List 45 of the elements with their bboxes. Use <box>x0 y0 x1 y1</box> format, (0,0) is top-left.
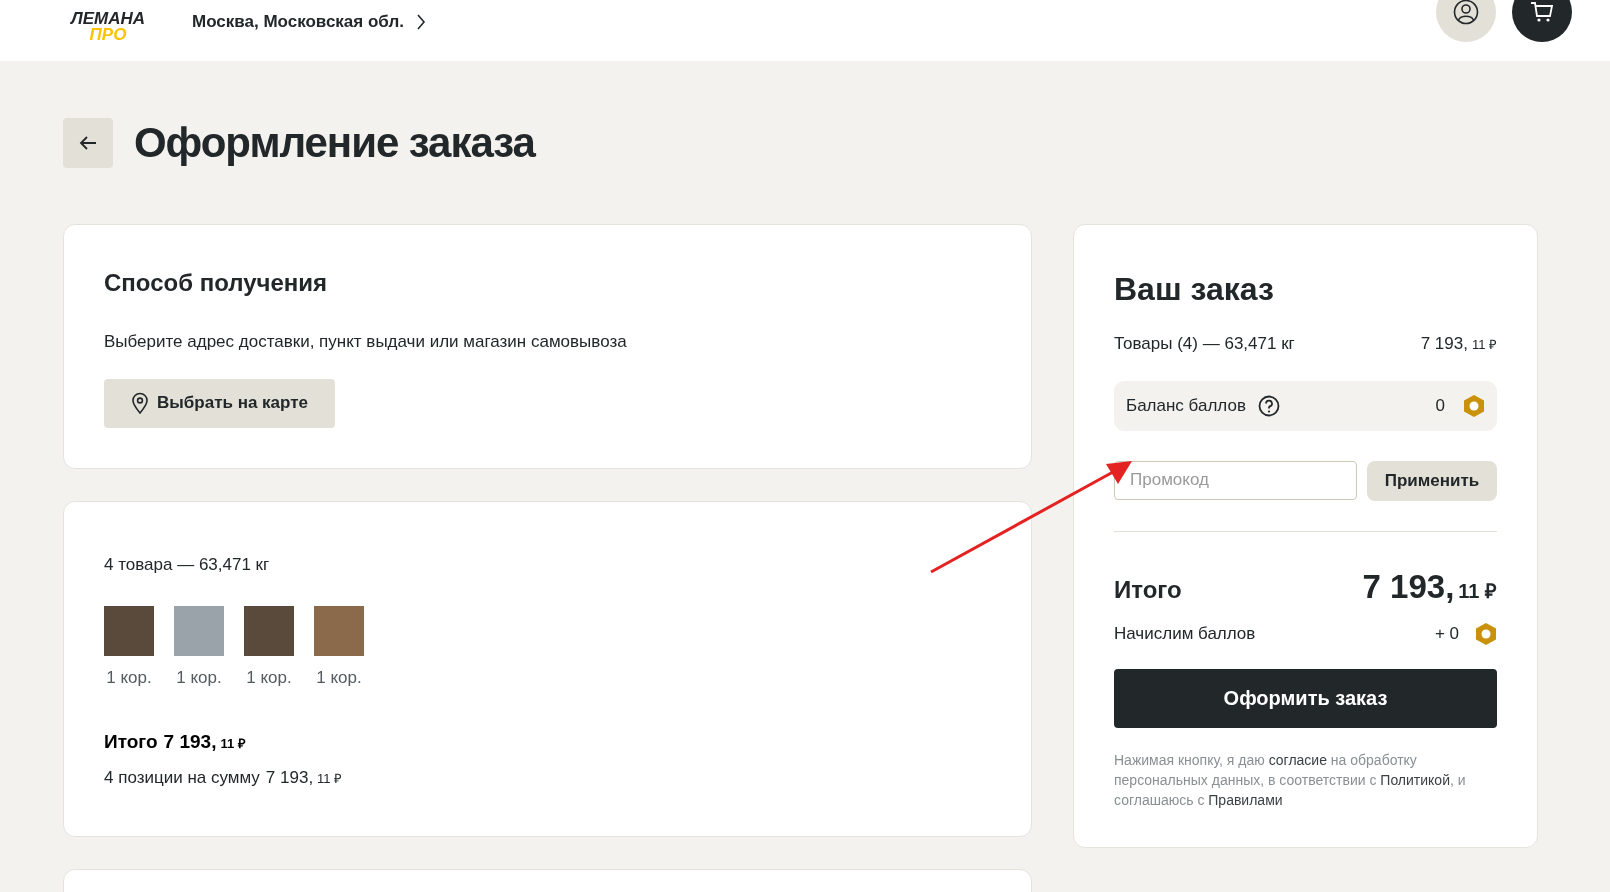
map-button[interactable]: Выбрать на карте <box>104 378 335 428</box>
back-button[interactable] <box>63 117 113 168</box>
photo-placeholder <box>244 605 294 656</box>
bonus-label: Начислим баллов <box>1114 623 1256 645</box>
photo-placeholder <box>314 605 364 656</box>
arrow-left-icon <box>79 134 97 151</box>
item-quantity: 1 кор. <box>176 666 222 689</box>
positions-price: 7 193, 11 ₽ <box>265 766 343 789</box>
cart-button[interactable] <box>1512 0 1572 42</box>
items-summary: 4 товара — 63,471 кг <box>104 554 271 576</box>
consent-link[interactable]: согласие <box>1268 751 1327 768</box>
consent-link[interactable]: Политикой <box>1380 771 1450 788</box>
page-title: Оформление заказа <box>134 118 535 168</box>
order-title: Ваш заказ <box>1114 270 1275 309</box>
bonus-value: + 0 <box>1434 623 1459 645</box>
promo-code-field[interactable]: Промокод <box>1114 460 1357 500</box>
checkout-button[interactable]: Оформить заказ <box>1114 668 1497 728</box>
photo-placeholder <box>104 605 154 656</box>
order-total-label: Итого <box>1114 574 1182 605</box>
logo[interactable]: ЛЕМАНА ПРО <box>64 10 152 43</box>
item-quantity: 1 кор. <box>106 666 152 689</box>
order-total-price: 7 193,11 ₽ <box>1362 566 1497 607</box>
consent-text: Нажимая кнопку, я даю согласие на обработку персональных данных, в соответствии с Политикой, и соглашаюсь с Правилами <box>1114 750 1467 810</box>
goods-price: 7 193, 11 ₽ <box>1420 333 1497 355</box>
points-coin-icon <box>1475 621 1497 646</box>
chevron-right-icon <box>415 13 426 30</box>
goods-label: Товары (4) — 63,471 кг <box>1114 333 1295 355</box>
apply-button[interactable]: Применить <box>1367 460 1497 501</box>
photo-placeholder <box>174 605 224 656</box>
balance-value: 0 <box>1435 394 1445 417</box>
total-price: 7 193, 11 ₽ <box>163 730 246 754</box>
balance-label: Баланс баллов <box>1126 394 1246 417</box>
item-quantity: 1 кор. <box>316 666 362 689</box>
points-coin-icon <box>1463 393 1485 418</box>
total-label: Итого <box>104 730 158 754</box>
section-title: Способ получения <box>104 268 329 298</box>
map-pin-icon <box>131 392 149 414</box>
item-quantity: 1 кор. <box>246 666 292 689</box>
profile-button[interactable] <box>1436 0 1496 42</box>
location-link[interactable]: Москва, Московская обл. <box>192 8 426 35</box>
user-icon <box>1453 0 1479 25</box>
consent-link[interactable]: Правилами <box>1208 791 1283 808</box>
delivery-description: Выберите адрес доставки, пункт выдачи или магазин самовывоза <box>104 331 628 353</box>
positions-text: 4 позиции на сумму <box>104 766 260 789</box>
help-icon[interactable] <box>1257 394 1280 417</box>
